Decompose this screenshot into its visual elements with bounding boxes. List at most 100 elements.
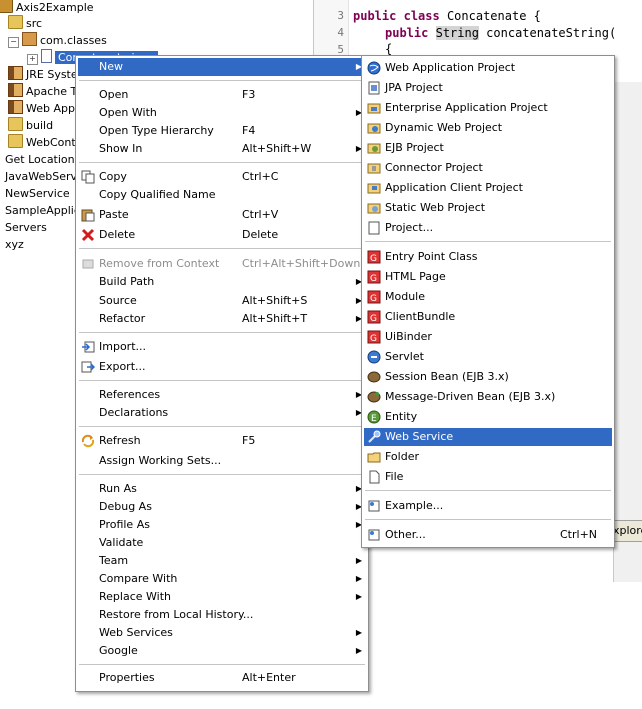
submenu-arrow-icon: ▶ — [355, 592, 362, 601]
submenu-arrow-icon: ▶ — [355, 556, 362, 565]
gwt-clientbundle-icon: G — [367, 310, 381, 324]
editor-scroll-area — [613, 82, 642, 582]
tree-item-project[interactable]: Servers — [5, 219, 47, 236]
submenu-item-application-client-project[interactable]: Application Client Project — [364, 179, 612, 197]
submenu-item-enterprise-application-project[interactable]: Enterprise Application Project — [364, 99, 612, 117]
menu-item-debug-as[interactable]: Debug As ▶ — [78, 498, 366, 516]
menu-item-properties[interactable]: Properties Alt+Enter — [78, 669, 366, 687]
submenu-item-project[interactable]: Project... — [364, 219, 612, 237]
submenu-arrow-icon: ▶ — [355, 574, 362, 583]
export-icon — [81, 361, 95, 373]
file-icon — [369, 470, 380, 484]
project-wizard-icon — [368, 221, 380, 235]
package-icon — [22, 32, 37, 46]
tree-item-project[interactable]: NewService — [5, 185, 70, 202]
menu-item-assign-working-sets[interactable]: Assign Working Sets... — [78, 452, 366, 470]
submenu-item-message-driven-bean[interactable]: Message-Driven Bean (EJB 3.x) — [364, 388, 612, 406]
menu-item-import[interactable]: Import... — [78, 338, 366, 356]
submenu-item-entity[interactable]: E Entity — [364, 408, 612, 426]
delete-icon — [81, 228, 95, 242]
menu-item-refactor[interactable]: Refactor Alt+Shift+T ▶ — [78, 310, 366, 328]
menu-item-copy-qualified-name[interactable]: Copy Qualified Name — [78, 186, 366, 204]
gwt-html-page-icon: G — [367, 270, 381, 284]
menu-item-restore-local-history[interactable]: Restore from Local History... — [78, 606, 366, 624]
enterprise-project-icon — [367, 103, 381, 114]
tree-item-folder[interactable]: build — [8, 117, 53, 134]
gwt-uibinder-icon: G — [367, 330, 381, 344]
menu-item-open-with[interactable]: Open With ▶ — [78, 104, 366, 122]
submenu-arrow-icon: ▶ — [355, 628, 362, 637]
submenu-item-file[interactable]: File — [364, 468, 612, 486]
submenu-item-example[interactable]: Example... — [364, 497, 612, 515]
folder-icon — [8, 134, 23, 148]
submenu-item-uibinder[interactable]: G UiBinder — [364, 328, 612, 346]
gwt-module-icon: G — [367, 290, 381, 304]
submenu-item-other[interactable]: Other... Ctrl+N — [364, 526, 612, 544]
jpa-project-icon — [368, 81, 380, 95]
code-line-3: public class Concatenate { — [353, 9, 541, 23]
web-app-project-icon — [367, 61, 381, 75]
new-submenu: Web Application Project JPA Project Ente… — [361, 55, 615, 548]
menu-item-open[interactable]: Open F3 — [78, 86, 366, 104]
submenu-arrow-icon: ▶ — [355, 646, 362, 655]
collapse-icon[interactable]: − — [8, 37, 19, 48]
menu-item-team[interactable]: Team ▶ — [78, 552, 366, 570]
submenu-item-web-service[interactable]: Web Service — [364, 428, 612, 446]
tree-item-project[interactable]: Axis2Example — [0, 0, 94, 16]
tree-item-project[interactable]: xyz — [5, 236, 24, 253]
tree-item-src[interactable]: src — [8, 15, 42, 32]
menu-item-run-as[interactable]: Run As ▶ — [78, 480, 366, 498]
session-bean-icon — [367, 371, 381, 383]
source-folder-icon — [8, 15, 23, 29]
menu-item-new[interactable]: New ▶ — [78, 58, 366, 76]
submenu-item-entry-point-class[interactable]: G Entry Point Class — [364, 248, 612, 266]
project-icon — [0, 0, 13, 13]
folder-icon — [8, 117, 23, 131]
submenu-item-jpa-project[interactable]: JPA Project — [364, 79, 612, 97]
submenu-item-ejb-project[interactable]: EJB Project — [364, 139, 612, 157]
submenu-item-html-page[interactable]: G HTML Page — [364, 268, 612, 286]
submenu-item-module[interactable]: G Module — [364, 288, 612, 306]
menu-item-compare-with[interactable]: Compare With ▶ — [78, 570, 366, 588]
menu-item-web-services[interactable]: Web Services ▶ — [78, 624, 366, 642]
web-service-icon — [368, 430, 381, 443]
menu-item-open-type-hierarchy[interactable]: Open Type Hierarchy F4 — [78, 122, 366, 140]
menu-item-google[interactable]: Google ▶ — [78, 642, 366, 660]
other-wizard-icon — [368, 529, 380, 541]
menu-item-copy[interactable]: Copy Ctrl+C — [78, 168, 366, 186]
menu-item-references[interactable]: References ▶ — [78, 386, 366, 404]
menu-item-paste[interactable]: Paste Ctrl+V — [78, 206, 366, 224]
menu-item-export[interactable]: Export... — [78, 358, 366, 376]
menu-item-build-path[interactable]: Build Path ▶ — [78, 273, 366, 291]
submenu-item-dynamic-web-project[interactable]: Dynamic Web Project — [364, 119, 612, 137]
submenu-item-static-web-project[interactable]: Static Web Project — [364, 199, 612, 217]
submenu-item-connector-project[interactable]: Connector Project — [364, 159, 612, 177]
expand-icon[interactable]: + — [27, 54, 38, 65]
svg-text:E: E — [371, 414, 377, 424]
submenu-item-folder[interactable]: Folder — [364, 448, 612, 466]
java-file-icon — [41, 49, 52, 63]
message-bean-icon — [367, 391, 381, 403]
menu-item-replace-with[interactable]: Replace With ▶ — [78, 588, 366, 606]
menu-item-declarations[interactable]: Declarations ▶ — [78, 404, 366, 422]
submenu-item-web-application-project[interactable]: Web Application Project — [364, 59, 612, 77]
submenu-item-clientbundle[interactable]: G ClientBundle — [364, 308, 612, 326]
remove-context-icon — [82, 259, 94, 269]
servlet-icon — [367, 350, 381, 364]
menu-item-validate[interactable]: Validate — [78, 534, 366, 552]
menu-item-show-in[interactable]: Show In Alt+Shift+W ▶ — [78, 140, 366, 158]
connector-project-icon — [367, 163, 381, 174]
entity-icon: E — [367, 410, 381, 424]
refresh-icon — [81, 434, 95, 448]
menu-item-delete[interactable]: Delete Delete — [78, 226, 366, 244]
menu-item-refresh[interactable]: Refresh F5 — [78, 432, 366, 450]
submenu-item-session-bean[interactable]: Session Bean (EJB 3.x) — [364, 368, 612, 386]
library-icon — [8, 100, 23, 114]
tree-item-package[interactable]: − com.classes — [8, 32, 107, 49]
code-line-5: { — [385, 42, 393, 56]
menu-item-profile-as[interactable]: Profile As ▶ — [78, 516, 366, 534]
svg-text:G: G — [370, 334, 377, 344]
tab-explorer[interactable]: xplore — [612, 520, 642, 542]
menu-item-source[interactable]: Source Alt+Shift+S ▶ — [78, 292, 366, 310]
submenu-item-servlet[interactable]: Servlet — [364, 348, 612, 366]
